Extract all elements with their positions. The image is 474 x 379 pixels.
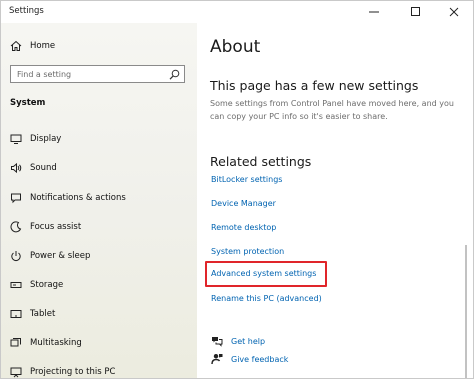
sidebar-item-sound[interactable]: Sound — [1, 156, 197, 180]
main-content: About This page has a few new settings S… — [197, 23, 473, 378]
settings-window: Settings Home System Display — [0, 0, 474, 379]
multitasking-icon — [10, 337, 22, 349]
close-button[interactable] — [437, 1, 471, 23]
focus-assist-icon — [10, 221, 22, 233]
sidebar-item-tablet[interactable]: Tablet — [1, 302, 197, 326]
sidebar-item-label: Notifications & actions — [30, 193, 126, 203]
remote-desktop-link[interactable]: Remote desktop — [211, 223, 276, 232]
maximize-icon — [411, 7, 420, 16]
notice-text: Some settings from Control Panel have mo… — [210, 99, 454, 121]
maximize-button[interactable] — [399, 1, 433, 23]
notice-heading: This page has a few new settings — [210, 78, 419, 93]
sidebar-item-label: Tablet — [30, 309, 56, 319]
advanced-system-settings-link[interactable]: Advanced system settings — [211, 269, 316, 278]
rename-pc-link[interactable]: Rename this PC (advanced) — [211, 294, 322, 303]
tablet-icon — [10, 308, 22, 320]
search-input[interactable] — [17, 68, 167, 80]
sidebar-item-storage[interactable]: Storage — [1, 273, 197, 297]
sidebar-item-notifications[interactable]: Notifications & actions — [1, 186, 197, 210]
search-icon[interactable] — [169, 69, 180, 80]
page-title: About — [210, 37, 261, 57]
scrollbar[interactable] — [465, 245, 467, 378]
sidebar-item-label: Storage — [30, 280, 64, 290]
home-icon — [10, 40, 22, 52]
sidebar-item-label: Home — [30, 41, 56, 51]
bitlocker-settings-link[interactable]: BitLocker settings — [211, 175, 282, 184]
sidebar-item-home[interactable]: Home — [1, 34, 197, 58]
sidebar: Home System Display Sound Notificatio — [1, 23, 197, 378]
minimize-button[interactable] — [357, 1, 391, 23]
related-settings-heading: Related settings — [210, 154, 312, 169]
get-help-icon — [211, 335, 223, 347]
minimize-icon — [369, 11, 379, 13]
close-icon — [449, 7, 459, 17]
sidebar-item-focus-assist[interactable]: Focus assist — [1, 215, 197, 239]
sidebar-item-label: Multitasking — [30, 338, 82, 348]
sidebar-item-label: Focus assist — [30, 222, 82, 232]
give-feedback-icon — [211, 353, 223, 365]
give-feedback-row[interactable]: Give feedback — [211, 352, 288, 366]
storage-icon — [10, 279, 22, 291]
device-manager-link[interactable]: Device Manager — [211, 199, 276, 208]
sidebar-item-label: Display — [30, 134, 62, 144]
sidebar-item-projecting[interactable]: Projecting to this PC — [1, 360, 197, 378]
title-bar: Settings — [1, 1, 473, 23]
system-protection-link[interactable]: System protection — [211, 247, 284, 256]
sidebar-item-label: Sound — [30, 163, 57, 173]
sidebar-item-display[interactable]: Display — [1, 127, 197, 151]
sound-icon — [10, 162, 22, 174]
sidebar-item-multitasking[interactable]: Multitasking — [1, 331, 197, 355]
power-icon — [10, 250, 22, 262]
get-help-link[interactable]: Get help — [231, 337, 265, 346]
sidebar-item-label: Power & sleep — [30, 251, 91, 261]
sidebar-item-label: Projecting to this PC — [30, 367, 116, 377]
sidebar-item-power-sleep[interactable]: Power & sleep — [1, 244, 197, 268]
window-title: Settings — [9, 6, 44, 16]
projecting-icon — [10, 366, 22, 378]
get-help-row[interactable]: Get help — [211, 334, 265, 348]
display-icon — [10, 133, 22, 145]
notifications-icon — [10, 192, 22, 204]
section-label: System — [10, 98, 46, 108]
search-box[interactable] — [10, 65, 185, 83]
give-feedback-link[interactable]: Give feedback — [231, 355, 288, 364]
